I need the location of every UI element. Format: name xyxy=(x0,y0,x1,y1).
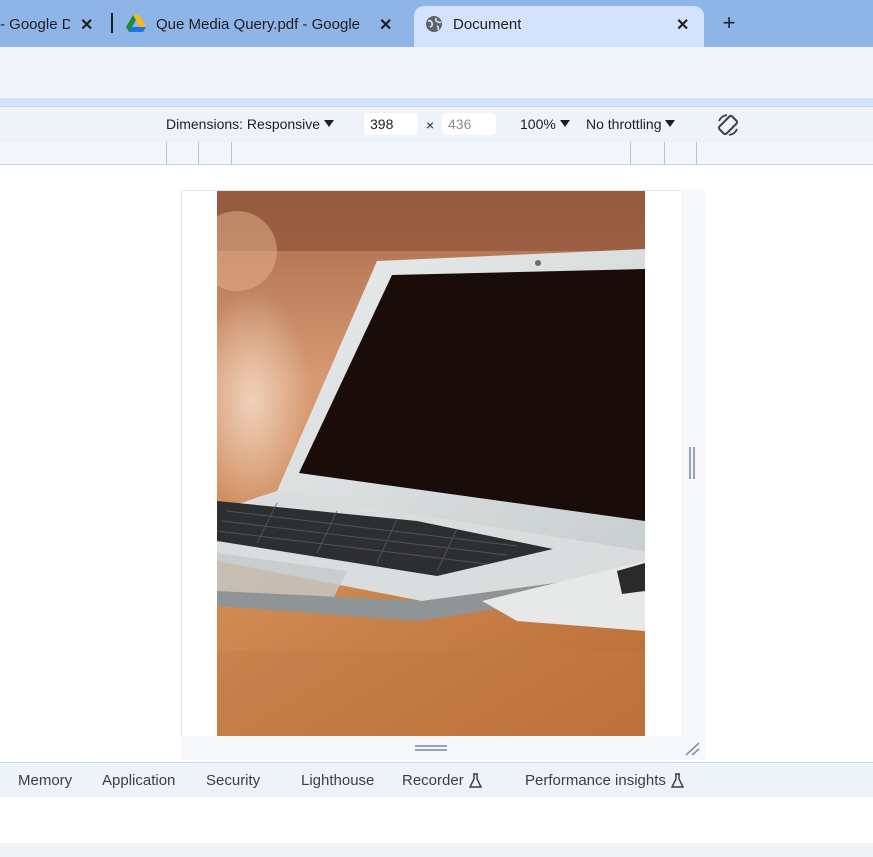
throttling-label: No throttling xyxy=(586,116,662,132)
new-tab-button[interactable]: + xyxy=(716,10,742,36)
toolbar-divider xyxy=(0,98,873,106)
chevron-down-icon xyxy=(665,120,676,127)
chevron-down-icon xyxy=(324,120,335,127)
chevron-down-icon xyxy=(559,120,570,127)
tab-application[interactable]: Application xyxy=(102,772,175,789)
tab-title: - Google D xyxy=(0,16,70,33)
globe-icon xyxy=(425,15,443,37)
tab-title: Que Media Query.pdf - Google xyxy=(156,16,360,33)
corner-resize-handle[interactable] xyxy=(683,741,701,757)
tab-label: Recorder xyxy=(402,772,464,789)
height-input[interactable]: 436 xyxy=(442,113,496,135)
laptop-image xyxy=(217,191,645,736)
ruler-marker xyxy=(166,142,167,164)
ruler-marker xyxy=(664,142,665,164)
devtools-panel-content xyxy=(0,797,873,843)
throttling-dropdown[interactable]: No throttling xyxy=(586,116,676,132)
tab-que-media-query-pdf[interactable]: Que Media Query.pdf - Google ✕ xyxy=(118,6,408,47)
height-resize-handle[interactable] xyxy=(415,745,447,751)
flask-icon xyxy=(468,773,482,792)
tab-separator xyxy=(111,13,113,33)
times-separator: × xyxy=(426,117,435,133)
zoom-dropdown[interactable]: 100% xyxy=(520,116,570,132)
tab-title: Document xyxy=(453,16,522,33)
rotate-icon[interactable] xyxy=(715,112,741,138)
device-toolbar: Dimensions: Responsive 398 × 436 100% No… xyxy=(0,106,873,143)
browser-toolbar xyxy=(0,47,873,99)
close-tab-icon[interactable]: ✕ xyxy=(379,15,392,35)
tab-security[interactable]: Security xyxy=(206,772,260,789)
dimensions-dropdown[interactable]: Dimensions: Responsive xyxy=(166,116,335,132)
tab-lighthouse[interactable]: Lighthouse xyxy=(301,772,374,789)
ruler-marker xyxy=(198,142,199,164)
tab-document[interactable]: Document ✕ xyxy=(414,6,704,47)
tab-recorder[interactable]: Recorder xyxy=(402,772,482,792)
tab-google-docs[interactable]: - Google D ✕ xyxy=(0,6,100,47)
close-tab-icon[interactable]: ✕ xyxy=(80,15,93,35)
flask-icon xyxy=(670,773,685,792)
width-input[interactable]: 398 xyxy=(364,113,418,135)
tab-memory[interactable]: Memory xyxy=(18,772,72,789)
media-query-ruler xyxy=(0,142,873,165)
browser-tab-strip: - Google D ✕ Que Media Query.pdf - Googl… xyxy=(0,0,873,47)
dimensions-label: Dimensions: Responsive xyxy=(166,116,321,132)
close-tab-icon[interactable]: ✕ xyxy=(676,15,689,35)
devtools-tab-bar: Memory Application Security Lighthouse R… xyxy=(0,762,873,798)
zoom-label: 100% xyxy=(520,116,556,132)
width-resize-handle[interactable] xyxy=(689,447,695,479)
ruler-marker xyxy=(630,142,631,164)
ruler-marker xyxy=(231,142,232,164)
ruler-marker xyxy=(696,142,697,164)
devtools-footer xyxy=(0,843,873,857)
tab-performance-insights[interactable]: Performance insights xyxy=(525,772,685,792)
tab-label: Performance insights xyxy=(525,772,666,789)
google-drive-icon xyxy=(126,15,146,37)
